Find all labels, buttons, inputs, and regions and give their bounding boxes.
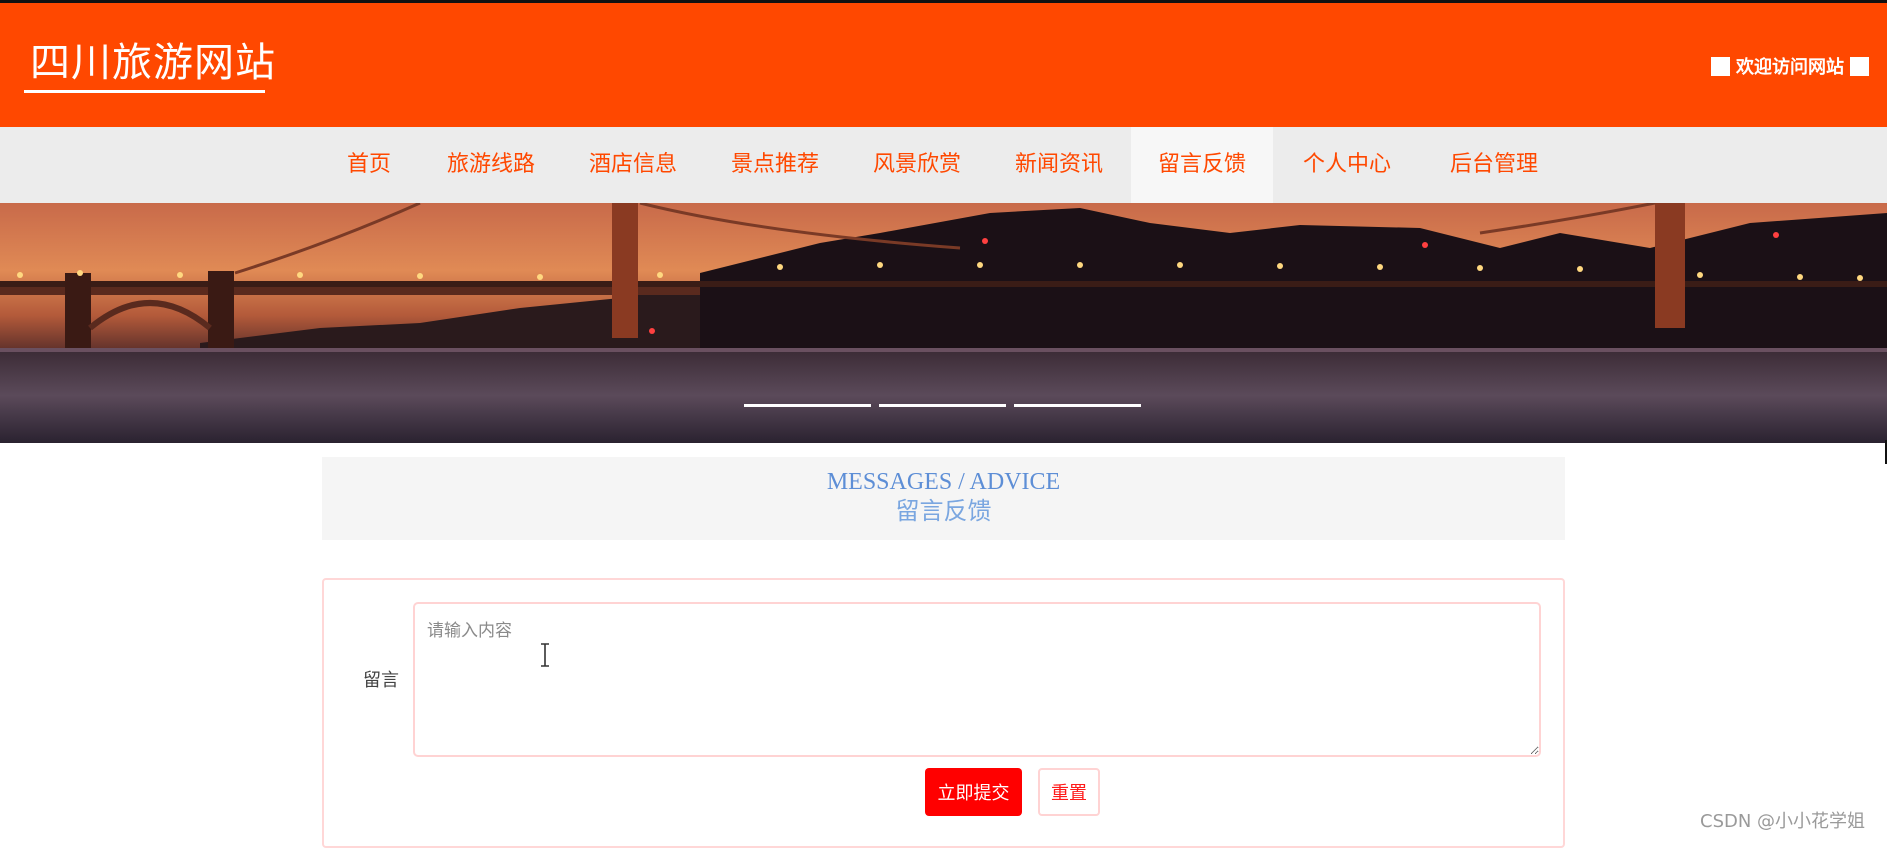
- square-icon: [1711, 56, 1730, 76]
- nav-item-news[interactable]: 新闻资讯: [998, 127, 1120, 203]
- text-cursor-icon: [541, 643, 549, 667]
- nav-item-scenery[interactable]: 风景欣赏: [856, 127, 978, 203]
- nav-item-feedback[interactable]: 留言反馈: [1131, 127, 1273, 203]
- nav-item-admin[interactable]: 后台管理: [1433, 127, 1555, 203]
- nav-item-personal-center[interactable]: 个人中心: [1286, 127, 1408, 203]
- submit-button[interactable]: 立即提交: [925, 768, 1022, 816]
- hero-banner[interactable]: [0, 203, 1887, 443]
- carousel-dot[interactable]: [1014, 404, 1141, 407]
- welcome-text: 欢迎访问网站: [1736, 57, 1844, 78]
- carousel-dot[interactable]: [744, 404, 871, 407]
- watermark: CSDN @小小花学姐: [1700, 811, 1866, 832]
- nav-item-hotel-info[interactable]: 酒店信息: [572, 127, 694, 203]
- main-nav: 首页 旅游线路 酒店信息 景点推荐 风景欣赏 新闻资讯 留言反馈 个人中心 后台…: [0, 127, 1887, 203]
- message-label: 留言: [363, 670, 399, 691]
- section-title-en: MESSAGES / ADVICE: [826, 469, 1061, 495]
- welcome-banner: 欢迎访问网站: [1711, 55, 1869, 78]
- nav-item-travel-routes[interactable]: 旅游线路: [430, 127, 552, 203]
- carousel-dot[interactable]: [879, 404, 1006, 407]
- nav-item-attractions[interactable]: 景点推荐: [714, 127, 836, 203]
- section-header: MESSAGES / ADVICE 留言反馈: [322, 457, 1565, 540]
- site-title[interactable]: 四川旅游网站: [30, 39, 276, 87]
- section-title-cn: 留言反馈: [895, 497, 992, 525]
- site-header: 四川旅游网站 欢迎访问网站: [0, 3, 1887, 127]
- site-title-underline: [24, 90, 265, 93]
- reset-button[interactable]: 重置: [1038, 768, 1100, 816]
- carousel-indicators: [744, 404, 1141, 407]
- square-icon: [1850, 56, 1869, 76]
- golden-gate-bridge-night-photo: [0, 203, 1887, 443]
- message-textarea[interactable]: [413, 602, 1541, 757]
- nav-item-home[interactable]: 首页: [328, 127, 410, 203]
